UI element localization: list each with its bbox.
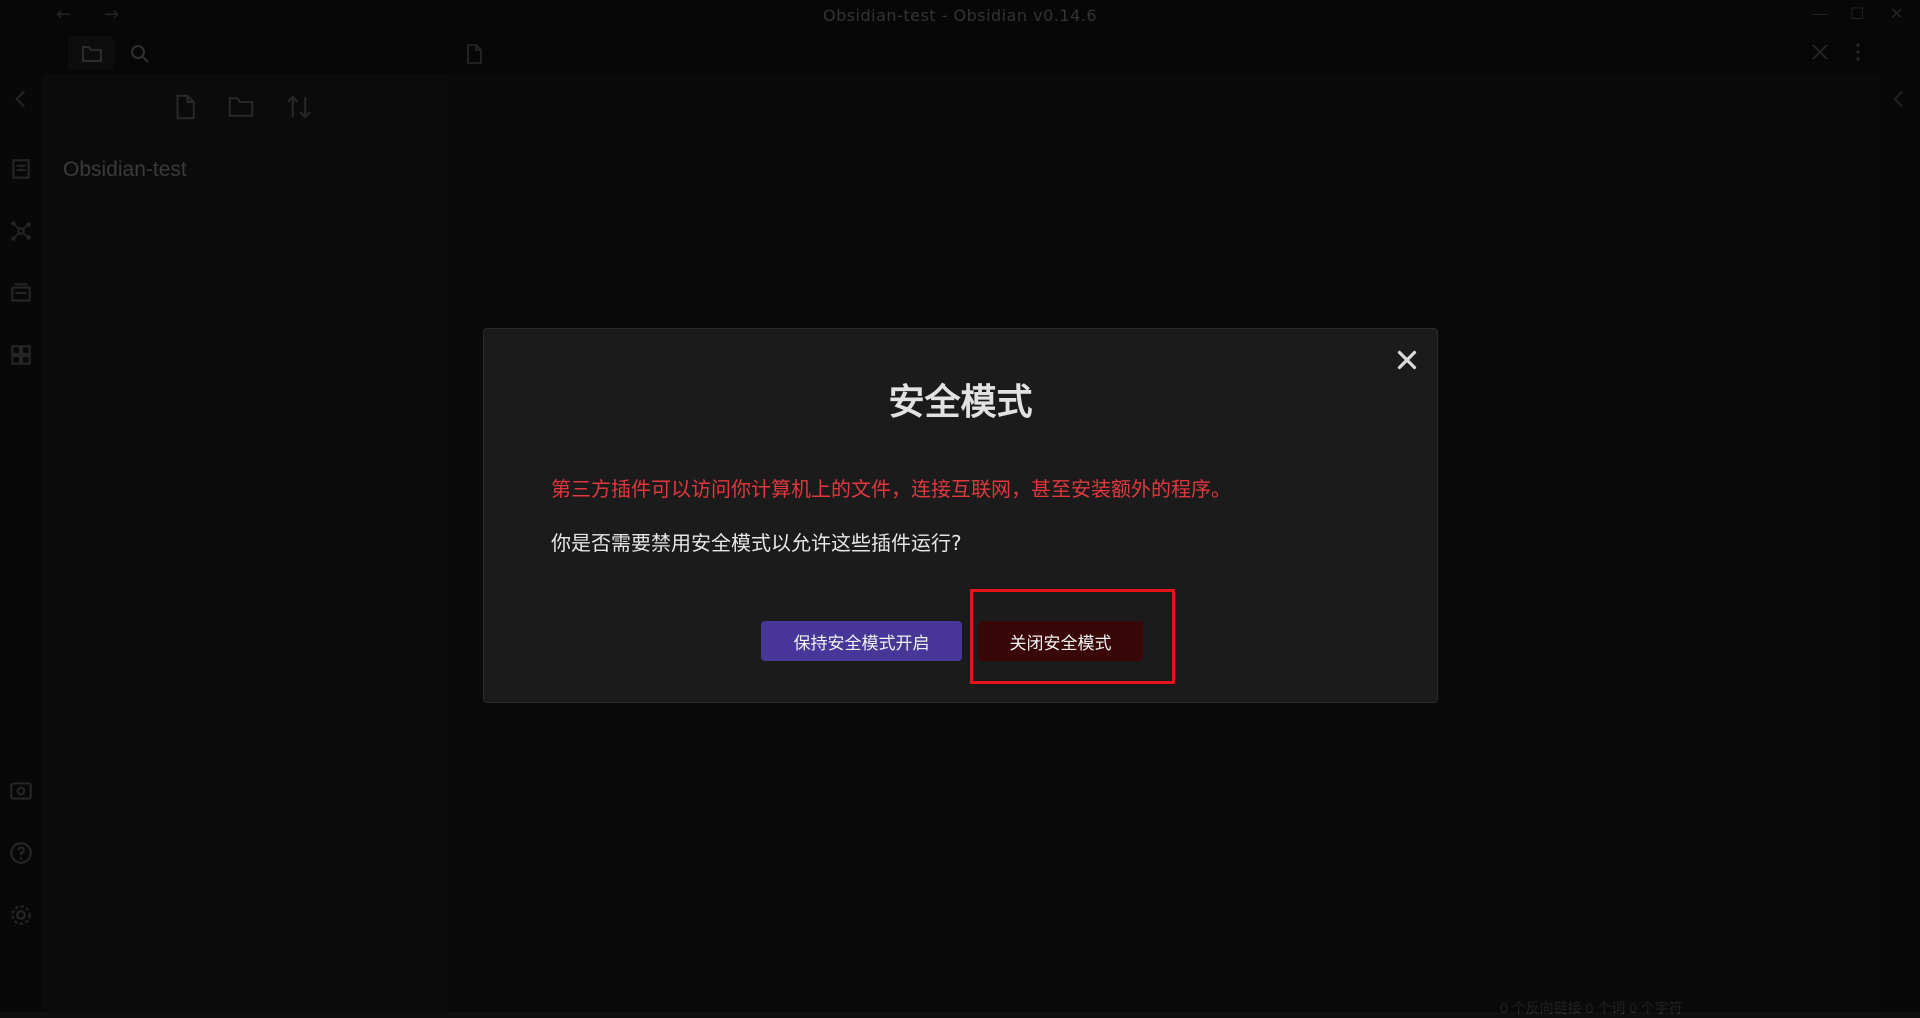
warning-text: 第三方插件可以访问你计算机上的文件，连接互联网，甚至安装额外的程序。 [551, 477, 1231, 501]
dialog-title: 安全模式 [888, 382, 1033, 423]
close-icon[interactable] [1392, 345, 1422, 375]
safe-mode-dialog: 安全模式 第三方插件可以访问你计算机上的文件，连接互联网，甚至安装额外的程序。 … [483, 328, 1438, 703]
highlight-annotation [970, 589, 1175, 684]
question-text: 你是否需要禁用安全模式以允许这些插件运行? [551, 531, 962, 555]
keep-safe-mode-button[interactable]: 保持安全模式开启 [761, 621, 962, 661]
